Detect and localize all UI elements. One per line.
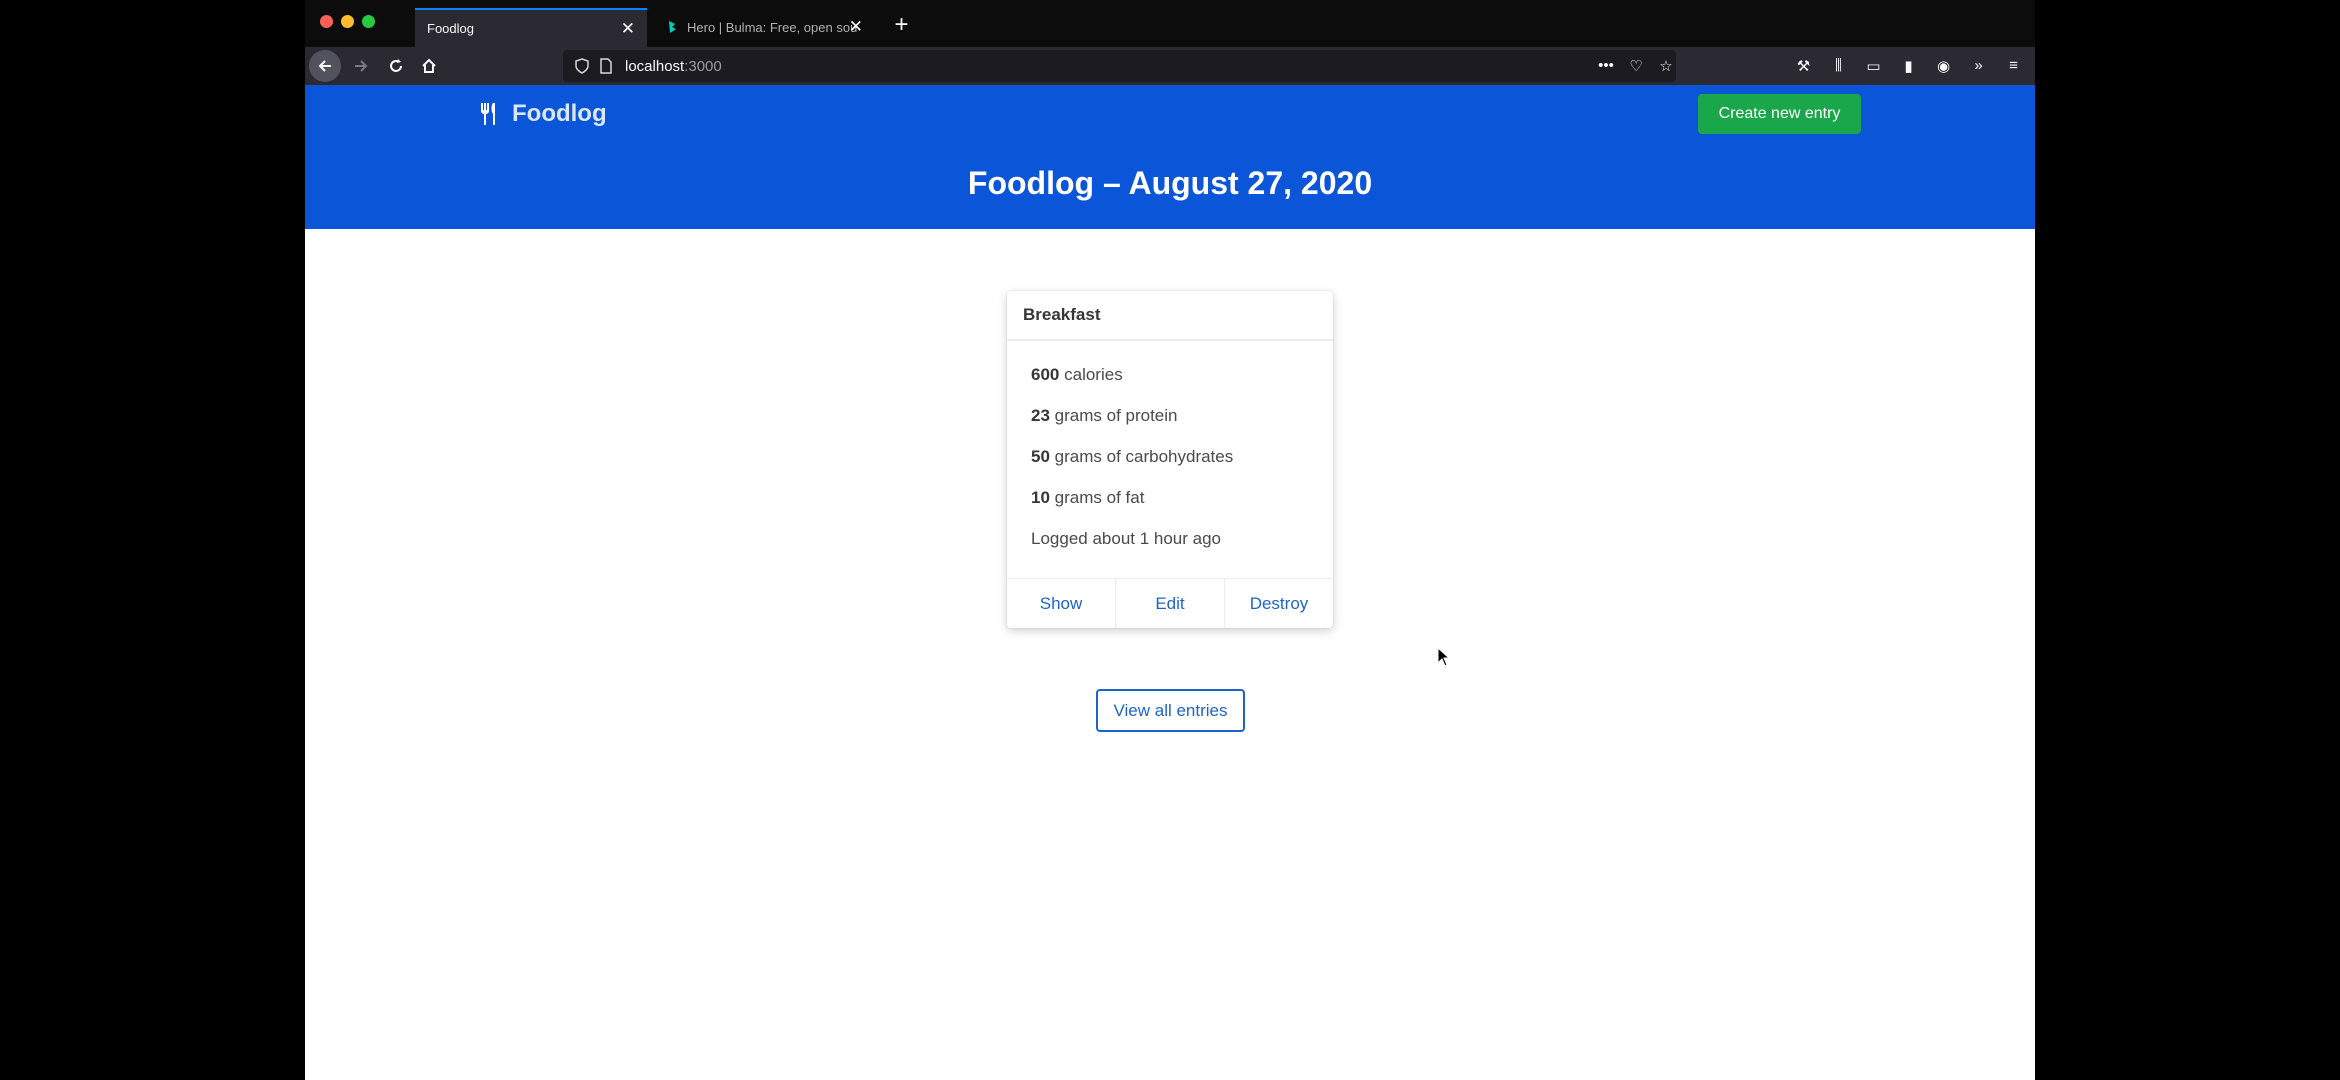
home-icon: [422, 58, 436, 73]
tab-bulma-hero[interactable]: Hero | Bulma: Free, open source ✕: [653, 8, 875, 47]
sidebar-icon[interactable]: ▭: [1864, 57, 1883, 75]
logged-time: Logged about 1 hour ago: [1031, 529, 1222, 548]
tab-strip: Foodlog ✕ Hero | Bulma: Free, open sourc…: [305, 0, 2035, 47]
tab-title: Foodlog: [427, 21, 474, 36]
pocket-icon[interactable]: ♡: [1626, 57, 1646, 75]
hero-banner: Foodlog Create new entry Foodlog – Augus…: [305, 85, 2035, 229]
url-port: :3000: [684, 58, 722, 75]
overflow-chevron-icon[interactable]: »: [1969, 57, 1988, 75]
stat-fat: 10 grams of fat: [1031, 488, 1333, 529]
extension-icon[interactable]: ▮: [1899, 57, 1918, 75]
stat-label: grams of carbohydrates: [1054, 447, 1234, 466]
stat-value: 10: [1031, 488, 1050, 507]
tab-title: Hero | Bulma: Free, open source: [687, 20, 857, 35]
hamburger-menu-icon[interactable]: ≡: [2004, 57, 2023, 75]
window-close-button[interactable]: [320, 15, 333, 28]
reload-button[interactable]: [380, 50, 412, 82]
card-title: Breakfast: [1007, 291, 1333, 341]
view-all-entries-button[interactable]: View all entries: [1096, 689, 1245, 732]
mouse-cursor-icon: [1437, 647, 1451, 667]
stat-value: 50: [1031, 447, 1050, 466]
arrow-right-icon: [355, 60, 368, 72]
url-bar[interactable]: localhost:3000 ••• ♡ ☆: [563, 50, 1676, 82]
utensils-icon: [481, 103, 495, 125]
stat-label: grams of protein: [1054, 406, 1178, 425]
bulma-favicon-icon: [669, 21, 676, 33]
card-body: 600 calories 23 grams of protein 50 gram…: [1007, 341, 1333, 570]
stat-calories: 600 calories: [1031, 365, 1333, 406]
browser-window: Foodlog ✕ Hero | Bulma: Free, open sourc…: [305, 0, 2035, 1080]
url-text[interactable]: localhost:3000: [625, 58, 722, 75]
window-minimize-button[interactable]: [341, 15, 354, 28]
home-button[interactable]: [413, 50, 445, 82]
stat-value: 23: [1031, 406, 1050, 425]
edit-link[interactable]: Edit: [1115, 579, 1224, 628]
brand-name: Foodlog: [512, 100, 607, 127]
bookmark-star-icon[interactable]: ☆: [1656, 57, 1676, 75]
stat-label: grams of fat: [1054, 488, 1145, 507]
stat-protein: 23 grams of protein: [1031, 406, 1333, 447]
stat-value: 600: [1031, 365, 1060, 384]
url-host: localhost: [625, 58, 685, 75]
more-actions-icon[interactable]: •••: [1596, 57, 1616, 75]
destroy-link[interactable]: Destroy: [1224, 579, 1333, 628]
account-icon[interactable]: ◉: [1934, 57, 1953, 75]
forward-button[interactable]: [345, 50, 377, 82]
reload-icon: [390, 59, 402, 72]
close-icon[interactable]: ✕: [621, 19, 635, 39]
stat-label: calories: [1064, 365, 1123, 384]
shield-icon[interactable]: [575, 58, 589, 74]
tab-foodlog[interactable]: Foodlog ✕: [415, 8, 647, 47]
page-content: Foodlog Create new entry Foodlog – Augus…: [305, 85, 2035, 1080]
create-new-entry-button[interactable]: Create new entry: [1698, 94, 1861, 134]
back-button[interactable]: [309, 50, 341, 82]
close-icon[interactable]: ✕: [849, 17, 863, 37]
wrench-icon[interactable]: ⚒: [1794, 57, 1813, 75]
meal-card: Breakfast 600 calories 23 grams of prote…: [1007, 291, 1333, 628]
show-link[interactable]: Show: [1007, 579, 1115, 628]
brand-link[interactable]: Foodlog: [480, 100, 607, 128]
new-tab-button[interactable]: +: [882, 8, 921, 42]
card-footer: Show Edit Destroy: [1007, 578, 1333, 628]
window-maximize-button[interactable]: [362, 15, 375, 28]
library-icon[interactable]: ⫼: [1829, 57, 1848, 75]
arrow-left-icon: [318, 60, 331, 72]
navigation-toolbar: localhost:3000 ••• ♡ ☆ ⚒ ⫼ ▭ ▮ ◉ » ≡: [305, 47, 2035, 85]
page-title: Foodlog – August 27, 2020: [967, 165, 1373, 201]
page-icon[interactable]: [599, 58, 613, 74]
stat-carbohydrates: 50 grams of carbohydrates: [1031, 447, 1333, 488]
